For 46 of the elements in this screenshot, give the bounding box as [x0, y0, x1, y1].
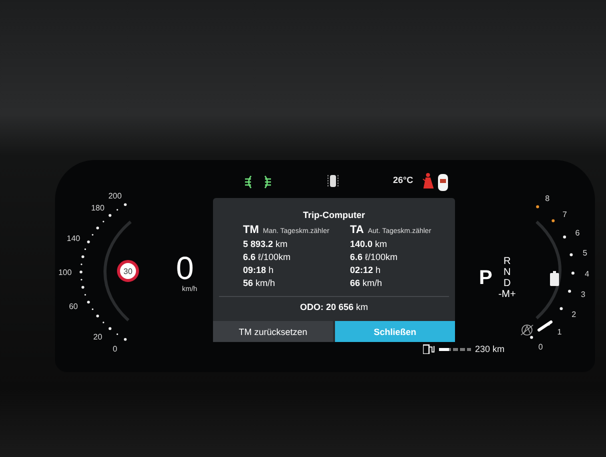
speed-tick-label: 20 — [93, 332, 102, 342]
panel-button[interactable]: TM zurücksetzen — [213, 321, 333, 342]
speed-tick-label: 0 — [112, 344, 118, 354]
speed-reading: 0 — [176, 252, 194, 284]
speed-tick-label: 140 — [66, 234, 80, 243]
trip-value: 5 893.2 km — [243, 239, 289, 249]
range-reading: 230 km — [475, 344, 505, 354]
speed-limit-sign: 30 — [117, 260, 139, 282]
speed-tick-label: 60 — [69, 302, 78, 312]
fuel-gauge — [439, 348, 471, 350]
panel-title: Trip-Computer — [302, 210, 366, 220]
rpm-tick-label: 5 — [582, 248, 588, 258]
seatbelt-warning-icon — [422, 173, 434, 188]
car-icon — [438, 174, 448, 191]
gear-option: R — [503, 256, 511, 267]
trip-value: 6.6 ℓ/100km — [350, 252, 398, 262]
rpm-needle — [538, 320, 552, 332]
trip-value: 09:18 h — [243, 265, 275, 275]
rpm-tick-label: 2 — [572, 310, 576, 319]
gear-option: N — [503, 267, 511, 278]
rpm-tick-label: 7 — [562, 210, 567, 220]
gear-option: D — [503, 278, 511, 289]
battery-icon — [550, 270, 559, 286]
odometer-reading: ODO: 20 656 km — [298, 302, 370, 312]
trip-code: TM — [243, 224, 259, 236]
rpm-tick-label: 6 — [575, 228, 580, 238]
speed-tick-label: 100 — [58, 268, 72, 277]
rpm-tick-label: 3 — [580, 290, 586, 300]
trip-value: 6.6 ℓ/100km — [243, 252, 292, 262]
trip-value: 56 km/h — [243, 278, 276, 288]
rpm-tick-label: 0 — [538, 342, 543, 352]
speed-tick-label: 180 — [91, 204, 104, 213]
trip-value: 66 km/h — [350, 278, 384, 288]
manual-mode-label: -M+ — [498, 289, 516, 300]
rpm-tick-label: 1 — [557, 328, 562, 337]
auto-stop-icon — [520, 324, 534, 336]
speed-tick-label: 200 — [108, 191, 122, 200]
trip-value: 02:12 h — [350, 265, 382, 275]
fuel-pump-icon — [423, 344, 435, 354]
temperature-reading: 26°C — [393, 175, 414, 185]
trip-value: 140.0 km — [350, 239, 388, 249]
parking-sensor-icon — [328, 174, 338, 188]
rpm-tick-label: 8 — [545, 194, 550, 204]
rpm-tick-label: 4 — [584, 270, 590, 278]
trip-code: TA — [350, 224, 364, 236]
gear-indicator: P — [479, 266, 492, 290]
